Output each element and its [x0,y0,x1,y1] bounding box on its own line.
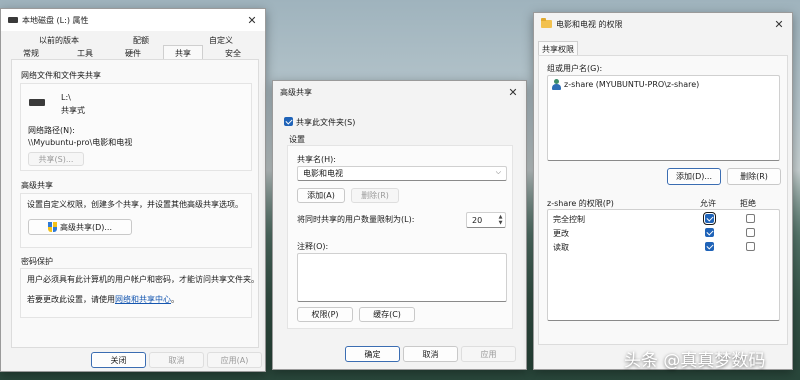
share-permissions-panel: 组或用户名(G): z-share (MYUBUNTU-PRO\z-share)… [538,55,788,345]
pwd-group: 用户必须具有此计算机的用户帐户和密码，才能访问共享文件夹。 若要更改此设置，请使… [20,268,259,318]
adv-title: 高级共享 [280,87,312,97]
properties-window: 本地磁盘 (L:) 属性 ✕ 以前的版本 配额 自定义 常规 工具 硬件 共享 … [0,8,266,372]
pwd-change-prefix: 若要更改此设置，请使用 [27,295,115,304]
tab-tools[interactable]: 工具 [67,48,103,59]
tab-hardware[interactable]: 硬件 [115,48,151,59]
pwd-heading: 密码保护 [21,257,53,266]
user-limit-label: 将同时共享的用户数量限制为(L): [297,215,415,224]
users-list: z-share (MYUBUNTU-PRO\z-share) [547,75,780,161]
window-title: 本地磁盘 (L:) 属性 [22,15,89,25]
share-name-value: 电影和电视 [303,169,343,178]
tab-share-permissions[interactable]: 共享权限 [538,41,578,55]
uac-shield-icon [47,222,57,232]
tab-quota[interactable]: 配额 [121,35,161,46]
settings-group: 共享名(H): 电影和电视 ⌵ 添加(A) 删除(R) 将同时共享的用户数量限制… [287,145,513,329]
chevron-down-icon: ⌵ [495,168,501,176]
deny-change-checkbox[interactable] [746,228,755,237]
adv-heading: 高级共享 [21,181,53,190]
sharing-tab-panel: 网络文件和文件夹共享 L:\ 共享式 网络路径(N): \\Myubuntu-p… [11,59,259,348]
deny-full-control-checkbox[interactable] [746,214,755,223]
cancel-button[interactable]: 取消 [149,352,204,368]
perm-title: 电影和电视 的权限 [556,19,623,29]
user-limit-value: 20 [472,215,483,225]
caching-button[interactable]: 缓存(C) [359,307,415,322]
comment-textarea[interactable] [297,253,507,302]
perm-row-name: 完全控制 [553,215,585,224]
share-name-select[interactable]: 电影和电视 ⌵ [297,166,507,181]
drive-large-icon [29,99,45,106]
net-share-heading: 网络文件和文件夹共享 [21,71,101,80]
comment-label: 注释(O): [297,242,329,251]
allow-full-control-checkbox[interactable] [703,212,716,225]
drive-state: 共享式 [61,106,85,115]
deny-read-checkbox[interactable] [746,242,755,251]
add-user-button[interactable]: 添加(D)... [667,168,721,185]
network-sharing-center-link[interactable]: 网络和共享中心 [115,295,171,304]
tab-security[interactable]: 安全 [215,48,251,59]
perm-row-name: 读取 [553,243,569,252]
advanced-sharing-dialog: 高级共享 ✕ 共享此文件夹(S) 设置 共享名(H): 电影和电视 ⌵ 添加(A… [272,80,527,370]
remove-share-button[interactable]: 删除(R) [351,188,399,203]
share-name-label: 共享名(H): [297,155,336,164]
title-bar: 本地磁盘 (L:) 属性 ✕ [1,9,265,31]
pwd-change-suffix: 。 [171,295,179,304]
settings-label: 设置 [289,135,305,144]
perm-close-icon[interactable]: ✕ [766,13,792,35]
share-button[interactable]: 共享(S)... [28,152,84,166]
close-button[interactable]: 关闭 [91,352,146,368]
close-icon[interactable]: ✕ [239,9,265,31]
permissions-table: 完全控制 更改 读取 [547,209,780,321]
allow-change-checkbox[interactable] [705,228,714,237]
adv-group: 设置自定义权限，创建多个共享，并设置其他高级共享选项。 高级共享(D)... [20,193,252,248]
adv-close-icon[interactable]: ✕ [500,81,526,103]
user-name: z-share (MYUBUNTU-PRO\z-share) [564,80,700,89]
user-icon [551,79,561,90]
tab-customize[interactable]: 自定义 [197,35,245,46]
watermark: 头条 @真真梦数码 [624,351,766,371]
permissions-dialog: 电影和电视 的权限 ✕ 共享权限 组或用户名(G): z-share (MYUB… [533,12,793,370]
allow-header: 允许 [700,199,716,208]
deny-header: 拒绝 [740,199,756,208]
pwd-change-text: 若要更改此设置，请使用网络和共享中心。 [27,294,179,305]
user-limit-stepper[interactable]: 20 ▲ ▼ [466,212,506,228]
add-share-button[interactable]: 添加(A) [297,188,345,203]
advanced-sharing-button[interactable]: 高级共享(D)... [28,219,132,235]
drive-name: L:\ [61,93,71,102]
tab-previous-versions[interactable]: 以前的版本 [31,35,87,46]
pwd-description: 用户必须具有此计算机的用户帐户和密码，才能访问共享文件夹。 [27,275,259,284]
perm-for-label: z-share 的权限(P) [547,199,614,208]
share-folder-checkbox[interactable] [284,117,293,126]
stepper-arrows-icon[interactable]: ▲ ▼ [496,213,505,227]
net-path-value: \\Myubuntu-pro\电影和电视 [28,138,133,147]
adv-description: 设置自定义权限，创建多个共享，并设置其他高级共享选项。 [27,200,243,209]
folder-icon [541,18,552,28]
net-share-group: L:\ 共享式 网络路径(N): \\Myubuntu-pro\电影和电视 共享… [20,83,252,171]
net-path-label: 网络路径(N): [28,126,75,135]
permissions-button[interactable]: 权限(P) [297,307,353,322]
perm-title-bar: 电影和电视 的权限 ✕ [534,13,792,35]
tab-sharing[interactable]: 共享 [163,45,203,59]
adv-apply-button[interactable]: 应用 [461,346,516,362]
group-users-label: 组或用户名(G): [547,64,603,73]
share-folder-label: 共享此文件夹(S) [296,118,356,127]
perm-row-name: 更改 [553,229,569,238]
adv-cancel-button[interactable]: 取消 [403,346,458,362]
drive-icon [8,17,18,23]
advanced-sharing-label: 高级共享(D)... [59,222,113,232]
apply-button[interactable]: 应用(A) [207,352,262,368]
adv-ok-button[interactable]: 确定 [345,346,400,362]
remove-user-button[interactable]: 删除(R) [727,168,781,185]
allow-read-checkbox[interactable] [705,242,714,251]
adv-title-bar: 高级共享 ✕ [273,81,526,103]
tab-general[interactable]: 常规 [13,48,49,59]
